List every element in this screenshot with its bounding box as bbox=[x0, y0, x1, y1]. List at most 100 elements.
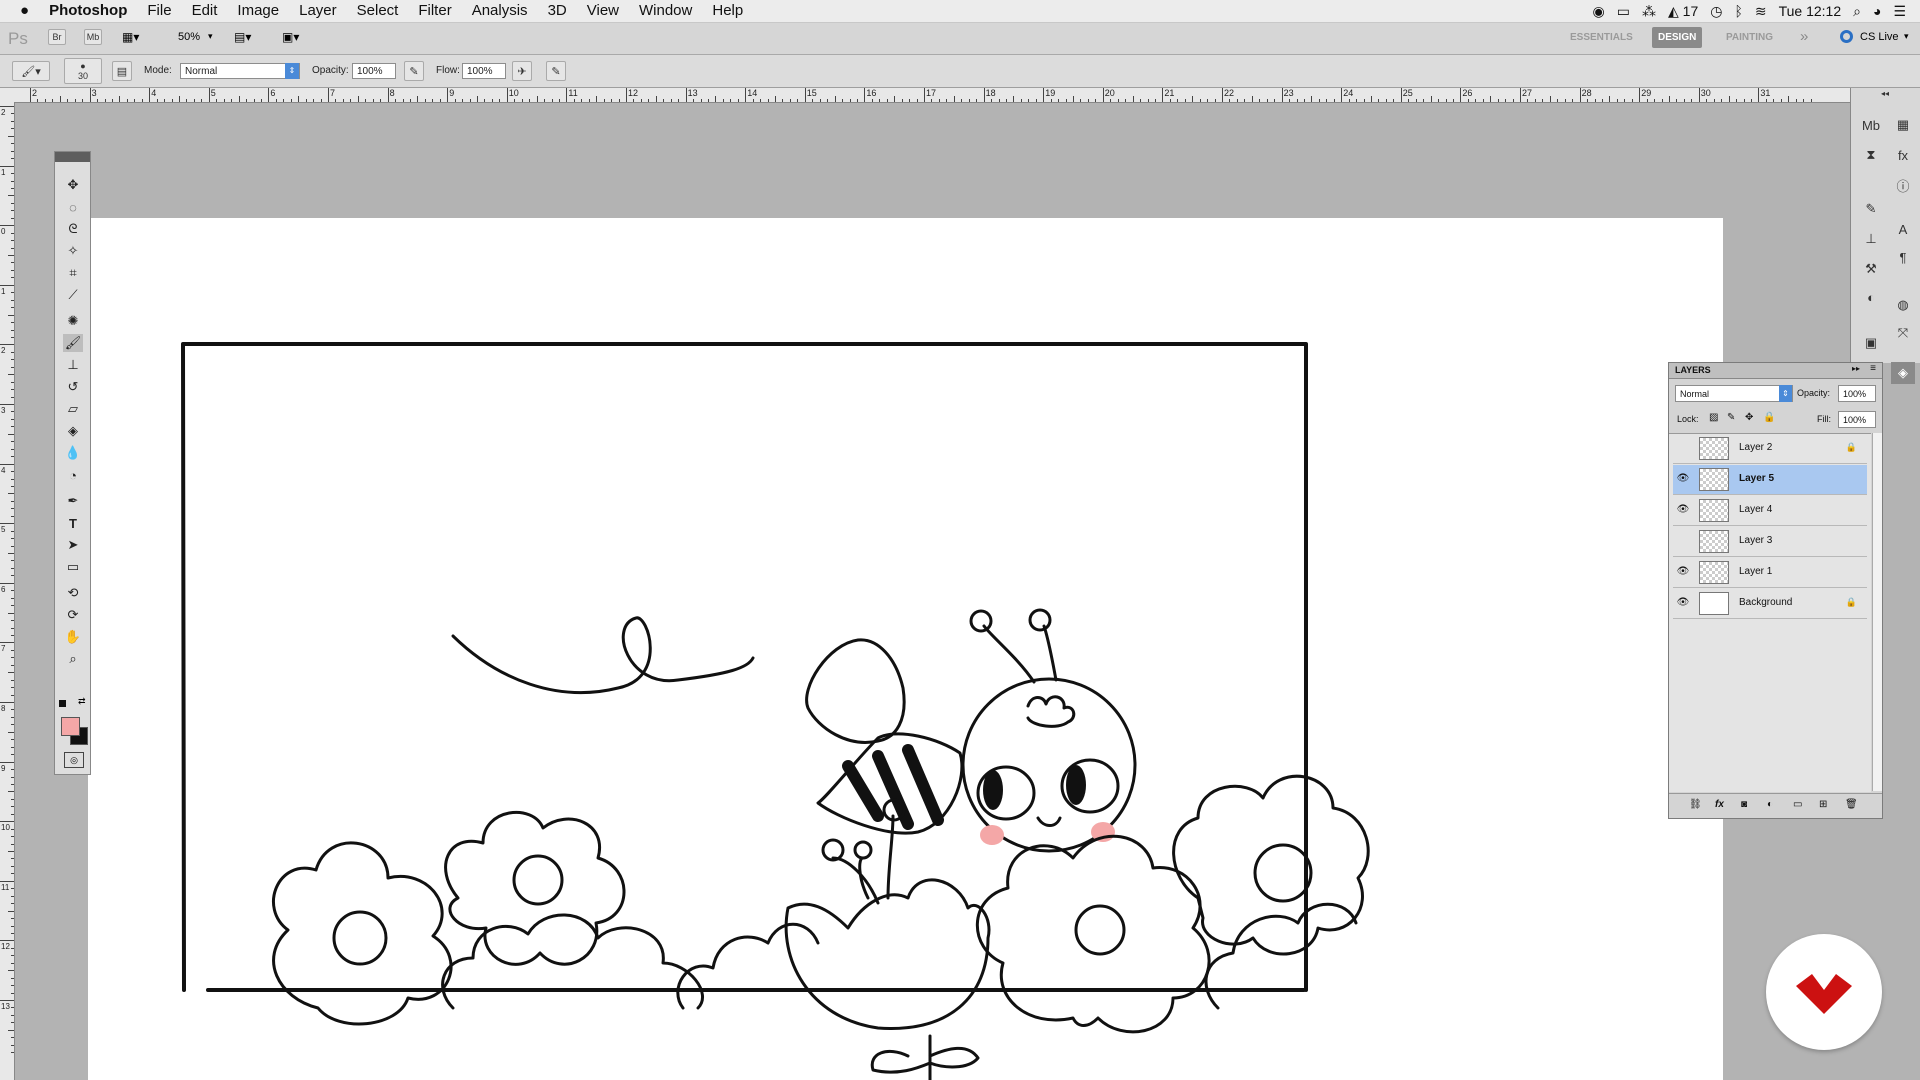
bluetooth-icon[interactable]: ᛒ bbox=[1734, 3, 1742, 19]
brush-presets-panel-icon[interactable]: ✎ bbox=[1859, 198, 1883, 220]
lock-all-icon[interactable]: 🔒 bbox=[1763, 412, 1775, 423]
dodge-tool-icon[interactable]: ◔ bbox=[63, 466, 83, 484]
swap-colors-icon[interactable]: ⇄ bbox=[78, 696, 86, 707]
layer-row-layer-4[interactable]: 👁 Layer 4 bbox=[1673, 496, 1867, 526]
vertical-ruler[interactable]: 2 1 0 1 2 3 4 5 6 7 8 9 10 11 12 13 bbox=[0, 102, 15, 1080]
info-panel-icon[interactable]: ⓘ bbox=[1891, 174, 1915, 196]
new-group-icon[interactable]: ▭ bbox=[1793, 799, 1802, 810]
workspace-design[interactable]: DESIGN bbox=[1652, 27, 1703, 48]
lock-image-icon[interactable]: ✎ bbox=[1727, 412, 1735, 423]
tools-panel-header[interactable] bbox=[55, 152, 90, 162]
blur-tool-icon[interactable]: 💧 bbox=[63, 444, 83, 462]
channels-panel-icon[interactable]: ◐ bbox=[1859, 286, 1883, 308]
workspace-painting[interactable]: PAINTING bbox=[1726, 32, 1773, 43]
flow-field[interactable]: 100% bbox=[462, 63, 506, 79]
tablet-pressure-opacity-icon[interactable]: ✎ bbox=[404, 61, 424, 81]
brush-tool-icon[interactable]: 🖌 bbox=[63, 334, 83, 352]
clock[interactable]: Tue 12:12 bbox=[1779, 3, 1842, 19]
cs-live-icon[interactable] bbox=[1840, 30, 1853, 43]
time-machine-icon[interactable]: ◷ bbox=[1710, 3, 1722, 20]
opacity-field[interactable]: 100% bbox=[352, 63, 396, 79]
layer-row-layer-2[interactable]: Layer 2 🔒 bbox=[1673, 434, 1867, 464]
zoom-tool-icon[interactable]: ⌕ bbox=[63, 650, 83, 668]
quick-mask-mode-icon[interactable]: ◎ bbox=[64, 752, 84, 768]
hand-tool-icon[interactable]: ✋ bbox=[63, 628, 83, 646]
tool-preset-picker[interactable]: 🖌▾ bbox=[12, 61, 50, 81]
layer-row-layer-1[interactable]: 👁 Layer 1 bbox=[1673, 558, 1867, 588]
lock-transparent-icon[interactable]: ▨ bbox=[1709, 412, 1718, 423]
adobe-status-icon[interactable]: ◭ 17 bbox=[1668, 3, 1698, 20]
3d-orbit-tool-icon[interactable]: ⟳ bbox=[63, 606, 83, 624]
workspace-essentials[interactable]: ESSENTIALS bbox=[1570, 32, 1633, 43]
clone-stamp-tool-icon[interactable]: ⊥ bbox=[63, 356, 83, 374]
character-panel-icon[interactable]: A bbox=[1891, 218, 1915, 240]
lock-position-icon[interactable]: ✥ bbox=[1745, 412, 1753, 423]
zoom-level-dropdown[interactable]: 50% bbox=[178, 31, 200, 43]
move-tool-icon[interactable]: ✥ bbox=[63, 176, 83, 194]
document-canvas[interactable] bbox=[88, 218, 1723, 1080]
new-layer-icon[interactable]: ⊞ bbox=[1819, 799, 1827, 810]
masks-panel-icon[interactable]: ▣ bbox=[1859, 332, 1883, 354]
shape-tool-icon[interactable]: ▭ bbox=[63, 558, 83, 576]
menu-analysis[interactable]: Analysis bbox=[462, 0, 538, 22]
new-adjustment-layer-icon[interactable]: ◐ bbox=[1767, 799, 1773, 810]
brush-panel-toggle-icon[interactable]: ▤ bbox=[112, 61, 132, 81]
link-layers-icon[interactable]: ⛓ bbox=[1689, 799, 1702, 810]
network-icon[interactable]: ⁂ bbox=[1642, 3, 1656, 20]
launch-bridge-button[interactable]: Br bbox=[48, 29, 66, 45]
layer-row-layer-5[interactable]: 👁 Layer 5 bbox=[1673, 465, 1867, 495]
brush-preset-picker[interactable]: ● 30 bbox=[64, 58, 102, 84]
menu-filter[interactable]: Filter bbox=[408, 0, 461, 22]
quick-selection-tool-icon[interactable]: ✧ bbox=[63, 242, 83, 260]
panel-collapse-icon[interactable]: ▸▸ bbox=[1852, 364, 1860, 373]
3d-panel-icon[interactable]: ◍ bbox=[1891, 294, 1915, 316]
horizontal-ruler[interactable]: 2 3 4 5 6 7 8 9 10 11 12 13 14 15 16 17 18 19 20 21 22 23 24 25… bbox=[0, 88, 1850, 103]
spotlight-search-icon[interactable]: ⌕ bbox=[1853, 3, 1861, 20]
add-layer-mask-icon[interactable]: ◙ bbox=[1741, 799, 1747, 810]
layer-opacity-field[interactable]: 100% bbox=[1838, 385, 1876, 402]
paint-bucket-tool-icon[interactable]: ◈ bbox=[63, 422, 83, 440]
menu-select[interactable]: Select bbox=[347, 0, 409, 22]
more-workspaces-icon[interactable]: » bbox=[1800, 28, 1808, 45]
menu-file[interactable]: File bbox=[137, 0, 181, 22]
launch-mini-bridge-button[interactable]: Mb bbox=[84, 29, 102, 45]
menu-view[interactable]: View bbox=[577, 0, 629, 22]
default-colors-icon[interactable] bbox=[59, 700, 66, 707]
display-icon[interactable]: ▭ bbox=[1617, 3, 1630, 20]
layer-visibility-eye-icon[interactable]: 👁 bbox=[1675, 502, 1691, 518]
menu-window[interactable]: Window bbox=[629, 0, 702, 22]
layers-panel-icon[interactable]: ◈ bbox=[1891, 362, 1915, 384]
zoom-dropdown-arrow-icon[interactable]: ▾ bbox=[208, 31, 213, 42]
marquee-tool-icon[interactable]: ◌ bbox=[63, 198, 83, 216]
tablet-pressure-size-icon[interactable]: ✎ bbox=[546, 61, 566, 81]
history-panel-icon[interactable]: ⧗ bbox=[1859, 144, 1883, 166]
transform-panel-icon[interactable]: ⤧ bbox=[1891, 322, 1915, 344]
user-avatar-icon[interactable]: ◕ bbox=[1873, 3, 1881, 19]
view-extras-icon[interactable]: ▦▾ bbox=[122, 30, 139, 44]
cs-live-menu[interactable]: CS Live bbox=[1860, 31, 1899, 43]
record-icon[interactable]: ◉ bbox=[1593, 3, 1605, 20]
screen-mode-icon[interactable]: ▣▾ bbox=[282, 30, 299, 44]
menu-3d[interactable]: 3D bbox=[538, 0, 577, 22]
panel-menu-icon[interactable]: ≡ bbox=[1870, 363, 1876, 374]
eraser-tool-icon[interactable]: ▱ bbox=[63, 400, 83, 418]
blend-mode-select[interactable]: Normal ⇕ bbox=[180, 63, 300, 79]
pen-tool-icon[interactable]: ✒ bbox=[63, 492, 83, 510]
notification-list-icon[interactable]: ☰ bbox=[1893, 3, 1906, 20]
dock-collapse-icon[interactable]: ◂◂ bbox=[1873, 88, 1897, 98]
foreground-color-swatch[interactable] bbox=[61, 717, 80, 736]
arrange-documents-icon[interactable]: ▤▾ bbox=[234, 30, 251, 44]
swatches-panel-icon[interactable]: fx bbox=[1891, 144, 1915, 166]
layer-blend-mode-select[interactable]: Normal ⇕ bbox=[1675, 385, 1793, 402]
layer-row-background[interactable]: 👁 Background 🔒 bbox=[1673, 589, 1867, 619]
mini-bridge-panel-icon[interactable]: Mb bbox=[1859, 114, 1883, 136]
layers-scrollbar[interactable] bbox=[1872, 433, 1882, 791]
layer-style-icon[interactable]: fx bbox=[1715, 799, 1724, 810]
clone-source-panel-icon[interactable]: ⊥ bbox=[1859, 228, 1883, 250]
crop-tool-icon[interactable]: ⌗ bbox=[63, 264, 83, 282]
layer-visibility-eye-icon[interactable]: 👁 bbox=[1675, 595, 1691, 611]
menu-help[interactable]: Help bbox=[702, 0, 753, 22]
airbrush-toggle-icon[interactable]: ✈ bbox=[512, 61, 532, 81]
layer-visibility-toggle[interactable] bbox=[1675, 533, 1691, 549]
menu-edit[interactable]: Edit bbox=[182, 0, 228, 22]
